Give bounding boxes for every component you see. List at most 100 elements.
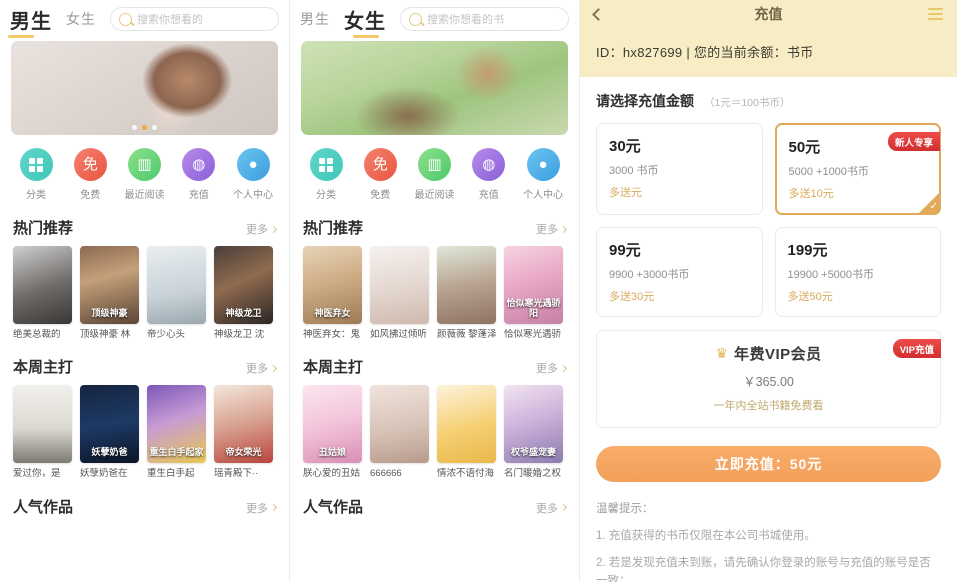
search-input-male[interactable]: 搜索你想看的	[110, 7, 279, 31]
cover-text: 妖孽奶爸	[91, 446, 128, 457]
more-label: 更多	[246, 363, 268, 376]
chevron-right-icon	[559, 364, 568, 372]
amount-coins: 3000 书币	[609, 165, 659, 177]
cover-text: 神医弃女	[314, 307, 351, 318]
chevron-right-icon	[559, 225, 568, 233]
book-item[interactable]: 帝少心头	[147, 246, 206, 340]
section-more-link[interactable]: 更多	[536, 360, 568, 376]
book-item[interactable]: 情浓不语付海	[437, 385, 496, 479]
book-item[interactable]: 绝美总裁的	[13, 246, 72, 340]
quick-item-recharge[interactable]: ◍ 充值	[176, 148, 222, 201]
book-cover	[437, 246, 496, 324]
quick-item-category[interactable]: 分类	[303, 148, 349, 201]
section-more-link[interactable]: 更多	[246, 221, 278, 237]
vip-badge: VIP充值	[892, 339, 941, 358]
book-item[interactable]: 如风拂过倾听	[370, 246, 429, 340]
grid-icon	[309, 148, 343, 181]
quick-nav-male: 分类 免 免费 ▥ 最近阅读 ◍ 充值 ● 个人中心	[0, 135, 289, 201]
quick-item-free[interactable]: 免 免费	[357, 148, 403, 201]
book-item[interactable]: 666666	[370, 385, 429, 479]
book-title: 妖孽奶爸在	[80, 468, 128, 480]
book-item[interactable]: 权爷盛宠妻 名门暖婚之权	[504, 385, 563, 479]
vip-title: 年费VIP会员	[733, 346, 822, 363]
amount-section-title: 请选择充值金额	[596, 93, 694, 109]
quick-item-free[interactable]: 免 免费	[67, 148, 113, 201]
promo-banner-male[interactable]	[11, 41, 278, 135]
vip-option-card[interactable]: VIP充值 ♛ 年费VIP会员 ￥365.00 一年内全站书籍免费看	[596, 330, 941, 428]
tab-female[interactable]: 女生	[344, 5, 386, 34]
coin-lock-icon: ◍	[182, 148, 216, 181]
quick-label: 充值	[478, 190, 499, 201]
carousel-dot-active[interactable]	[142, 125, 147, 130]
book-item[interactable]: 丑姑娘 朕心爱的丑姑	[303, 385, 362, 479]
book-item[interactable]: 妖孽奶爸 妖孽奶爸在	[80, 385, 139, 479]
quick-item-recent[interactable]: ▥ 最近阅读	[412, 148, 458, 201]
more-label: 更多	[536, 224, 558, 236]
book-cover	[370, 246, 429, 324]
search-icon	[119, 12, 132, 26]
book-item[interactable]: 神级龙卫 神级龙卫 沈	[214, 246, 273, 340]
tab-male[interactable]: 男生	[10, 5, 52, 34]
book-item[interactable]: 恰似寒光遇骄阳 恰似寒光遇骄	[504, 246, 563, 340]
section-more-link[interactable]: 更多	[246, 500, 278, 516]
book-cover	[147, 246, 206, 324]
quick-label: 最近阅读	[414, 190, 455, 201]
more-label: 更多	[246, 224, 268, 236]
carousel-dot[interactable]	[152, 125, 157, 130]
cover-text: 权爷盛宠妻	[510, 446, 556, 457]
book-title: 爱过你，是	[13, 468, 61, 480]
bookstore-panel-female: 男生 女生 搜索你想看的书 分类 免 免费 ▥ 最近阅读 ◍ 充值 ● 个人中心…	[290, 0, 580, 582]
book-cover	[13, 246, 72, 324]
book-title: 恰似寒光遇骄	[504, 329, 562, 340]
amount-option-30[interactable]: 30元 3000 书币 多送元	[596, 123, 763, 215]
book-icon: ▥	[128, 148, 161, 181]
section-more-link[interactable]: 更多	[246, 360, 278, 376]
section-more-link[interactable]: 更多	[536, 221, 568, 237]
quick-item-recent[interactable]: ▥ 最近阅读	[122, 148, 168, 201]
cover-text: 恰似寒光遇骄阳	[506, 298, 561, 318]
book-row-hot: 绝美总裁的 顶级神豪 顶级神豪 林 帝少心头 神级龙卫 神级龙卫 沈	[0, 246, 289, 340]
quick-item-profile[interactable]: ● 个人中心	[230, 148, 276, 201]
book-cover	[437, 385, 496, 464]
quick-label: 免费	[80, 190, 101, 201]
carousel-dot[interactable]	[132, 125, 137, 130]
pay-now-button[interactable]: 立即充值：50元	[596, 446, 941, 482]
section-title: 热门推荐	[13, 220, 74, 237]
quick-label: 分类	[316, 190, 336, 201]
quick-item-recharge[interactable]: ◍ 充值	[466, 148, 512, 201]
book-title: 神级龙卫 沈	[214, 329, 265, 340]
section-more-link[interactable]: 更多	[536, 500, 568, 516]
bookstore-panel-male: 男生 女生 搜索你想看的 分类 免 免费 ▥ 最近阅读 ◍ 充值 ● 个人中心 …	[0, 0, 290, 582]
amount-option-199[interactable]: 199元 19900 +5000书币 多送50元	[774, 227, 941, 317]
quick-label: 最近阅读	[124, 190, 165, 201]
amount-option-50[interactable]: 新人专享 50元 5000 +1000书币 多送10元 ✓	[774, 123, 941, 215]
amount-option-99[interactable]: 99元 9900 +3000书币 多送30元	[596, 227, 763, 317]
amount-price: 199元	[787, 242, 828, 259]
book-row-weekly: 丑姑娘 朕心爱的丑姑 666666 情浓不语付海 权爷盛宠妻 名门暖婚之权	[290, 385, 579, 479]
section-header-popular: 人气作品 更多	[0, 480, 289, 525]
book-cover: 重生白手起家	[147, 385, 206, 464]
tab-male[interactable]: 男生	[300, 9, 330, 29]
book-item[interactable]: 爱过你，是	[13, 385, 72, 479]
chevron-right-icon	[269, 364, 278, 372]
section-header-popular: 人气作品 更多	[290, 480, 579, 525]
quick-item-profile[interactable]: ● 个人中心	[520, 148, 566, 201]
coin-lock-icon: ◍	[472, 148, 506, 181]
promo-banner-female[interactable]	[301, 41, 568, 135]
book-cover: 顶级神豪	[80, 246, 139, 324]
newcomer-badge: 新人专享	[887, 132, 940, 151]
amount-bonus: 多送30元	[609, 291, 655, 303]
book-item[interactable]: 颜薇薇 黎蓬泽	[437, 246, 496, 340]
quick-item-category[interactable]: 分类	[13, 148, 59, 201]
book-item[interactable]: 帝女荣光 瑶青殿下··	[214, 385, 273, 479]
more-label: 更多	[536, 363, 558, 376]
more-label: 更多	[536, 502, 558, 515]
book-item[interactable]: 顶级神豪 顶级神豪 林	[80, 246, 139, 340]
cover-text: 丑姑娘	[318, 446, 346, 457]
tab-female[interactable]: 女生	[66, 9, 96, 29]
book-item[interactable]: 神医弃女 神医弃女：鬼	[303, 246, 362, 340]
search-input-female[interactable]: 搜索你想看的书	[400, 7, 569, 31]
book-cover: 帝女荣光	[214, 385, 273, 464]
selected-check-icon: ✓	[918, 192, 940, 214]
book-item[interactable]: 重生白手起家 重生白手起	[147, 385, 206, 479]
